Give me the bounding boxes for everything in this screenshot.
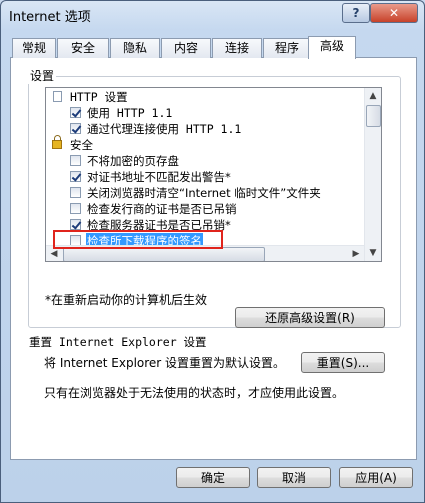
item-label: 检查发行商的证书是否已吊销 [87,202,237,216]
reset-button[interactable]: 重置(S)... [301,352,385,373]
highlight-annotation [53,230,223,249]
scroll-down-icon[interactable]: ▼ [365,245,381,261]
item-label: 通过代理连接使用 HTTP 1.1 [87,122,242,136]
window-title: Internet 选项 [9,10,91,25]
checkbox-checked[interactable] [70,107,81,118]
restart-note: *在重新启动你的计算机后生效 [45,293,208,307]
checkbox-checked[interactable] [70,171,81,182]
vertical-scrollbar[interactable]: ▲ ▼ [364,88,381,261]
scroll-up-icon[interactable]: ▲ [365,88,381,104]
tab-programs[interactable]: 程序 [263,38,311,58]
page-icon [53,91,62,102]
scroll-right-icon[interactable]: ▶ [348,246,364,261]
item-label: 关闭浏览器时清空“Internet 临时文件”文件夹 [87,186,321,200]
horizontal-scroll-thumb[interactable] [63,247,265,261]
checkbox-unchecked[interactable] [70,187,81,198]
item-label: 不将加密的页存盘 [87,154,179,168]
checkbox-unchecked[interactable] [70,155,81,166]
tab-advanced[interactable]: 高级 [308,36,356,59]
item-label: 对证书地址不匹配发出警告* [87,170,231,184]
tab-general[interactable]: 常规 [12,38,56,58]
watermark [305,457,423,501]
internet-options-window: Internet 选项 ? ✕ 常规 安全 隐私 内容 连接 程序 高级 设置 … [0,0,425,503]
reset-note: 只有在浏览器处于无法使用的状态时，才应使用此设置。 [44,386,345,400]
ok-button[interactable]: 确定 [176,467,250,488]
reset-description: 将 Internet Explorer 设置重置为默认设置。 [44,356,286,370]
tab-connections[interactable]: 连接 [212,38,262,58]
close-button[interactable]: ✕ [370,3,418,23]
tab-security[interactable]: 安全 [57,38,109,58]
help-button[interactable]: ? [342,3,370,23]
reset-section-title: 重置 Internet Explorer 设置 [29,335,207,349]
restore-advanced-button[interactable]: 还原高级设置(R) [235,307,385,328]
vertical-scroll-thumb[interactable] [366,105,381,127]
item-label: 安全 [70,138,93,152]
checkbox-unchecked[interactable] [70,203,81,214]
title-bar: Internet 选项 ? ✕ [1,1,424,29]
tab-content[interactable]: 内容 [161,38,211,58]
item-label: HTTP 设置 [70,90,128,104]
settings-group-label: 设置 [28,67,57,84]
item-label: 使用 HTTP 1.1 [87,106,173,120]
checkbox-checked[interactable] [70,219,81,230]
checkbox-checked[interactable] [70,123,81,134]
lock-icon [52,135,62,149]
tab-privacy[interactable]: 隐私 [110,38,160,58]
